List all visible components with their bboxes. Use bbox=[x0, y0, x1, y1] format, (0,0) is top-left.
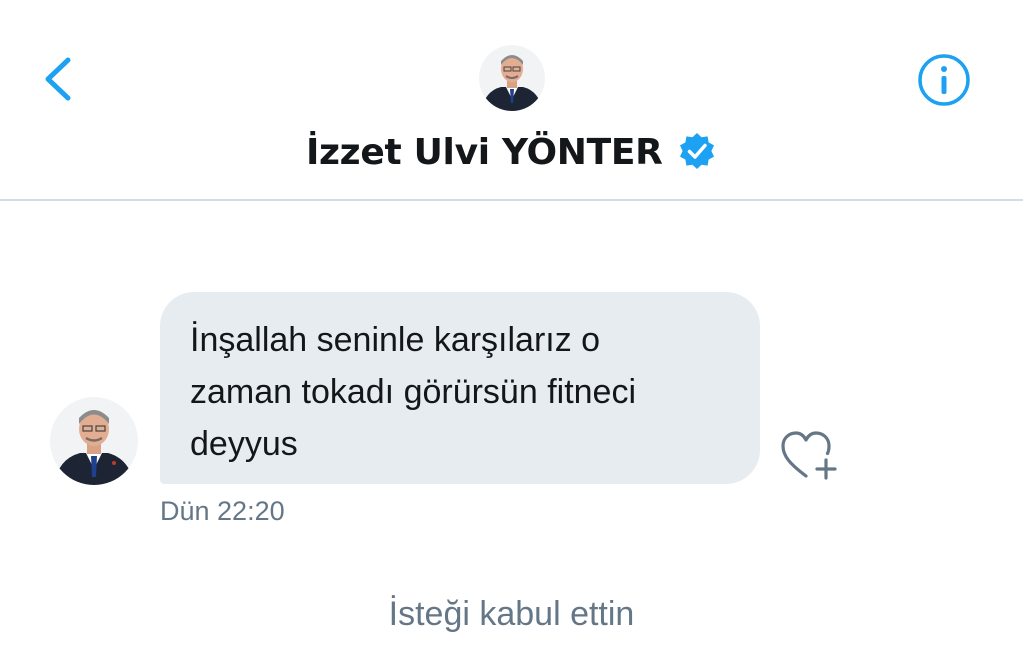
heart-plus-icon bbox=[781, 431, 837, 480]
message-bubble[interactable]: İnşallah seninle karşılarız o zaman toka… bbox=[160, 292, 760, 484]
contact-name[interactable]: İzzet Ulvi YÖNTER bbox=[306, 132, 663, 173]
message-timestamp: Dün 22:20 bbox=[160, 496, 285, 526]
info-button[interactable] bbox=[916, 52, 972, 108]
request-accepted-notice: İsteği kabul ettin bbox=[388, 595, 635, 633]
contact-avatar[interactable] bbox=[479, 45, 545, 111]
like-button[interactable] bbox=[780, 430, 840, 482]
verified-badge-icon bbox=[680, 132, 715, 169]
title-row: İzzet Ulvi YÖNTER bbox=[0, 132, 1023, 173]
info-circle-icon bbox=[918, 54, 970, 106]
message-sender-avatar[interactable] bbox=[50, 397, 138, 485]
message-text: İnşallah seninle karşılarız o zaman toka… bbox=[190, 321, 637, 463]
back-button[interactable] bbox=[38, 54, 82, 104]
chevron-left-icon bbox=[45, 57, 71, 101]
conversation-header: İzzet Ulvi YÖNTER bbox=[0, 0, 1023, 201]
